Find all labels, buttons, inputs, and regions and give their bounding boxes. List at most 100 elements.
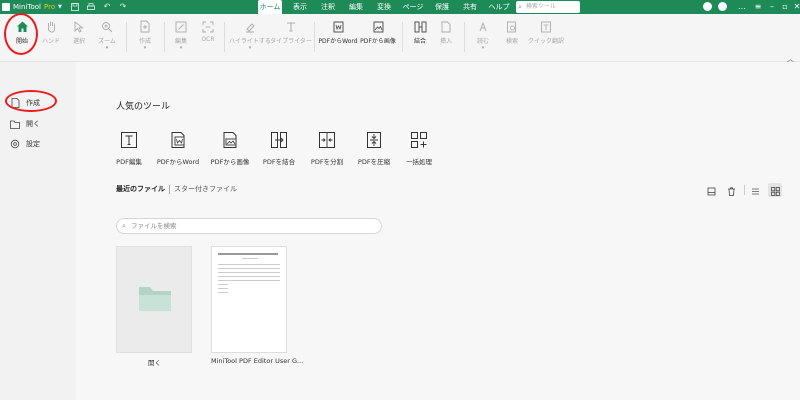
ribbon-merge-label: 結合 bbox=[413, 38, 426, 45]
ribbon-typewriter-label: タイプライター bbox=[270, 38, 312, 45]
ribbon-divider bbox=[126, 22, 127, 52]
menu-help[interactable]: ヘルプ bbox=[488, 0, 510, 14]
annotation-circle bbox=[5, 90, 57, 112]
ribbon-insert-button[interactable]: 挿入 bbox=[434, 14, 458, 62]
print-icon[interactable] bbox=[86, 2, 96, 12]
ocr-icon bbox=[200, 19, 216, 34]
tool-label: PDFからWord bbox=[156, 158, 200, 166]
minimize-icon[interactable]: – bbox=[766, 1, 778, 13]
search-icon: ⌕ bbox=[122, 222, 126, 230]
document-card-label: MiniTool PDF Editor User G... bbox=[211, 357, 304, 365]
ribbon-zoom-button[interactable]: ズーム ▾ bbox=[94, 14, 120, 62]
ribbon-hand-button[interactable]: ハンド bbox=[38, 14, 64, 62]
search-icon: ⌕ bbox=[518, 3, 522, 11]
menu-share[interactable]: 共有 bbox=[460, 0, 480, 14]
menu-protect[interactable]: 保護 bbox=[432, 0, 452, 14]
open-file-label: 開く bbox=[148, 359, 161, 367]
ribbon-merge-button[interactable]: 結合 bbox=[408, 14, 432, 62]
ribbon-read-label: 読む bbox=[476, 38, 489, 45]
file-search-input[interactable]: ⌕ ファイルを検索 bbox=[116, 218, 382, 234]
ribbon-pdf-to-word-label: PDFからWord bbox=[318, 38, 358, 45]
ribbon-read-button[interactable]: 読む ▾ bbox=[470, 14, 496, 62]
notification-icon[interactable] bbox=[703, 2, 712, 11]
pdf-merge-icon bbox=[269, 130, 289, 150]
ribbon-search-button[interactable]: 検索 bbox=[500, 14, 524, 62]
ribbon-ocr-label: OCR bbox=[201, 36, 215, 43]
ribbon-select-button[interactable]: 選択 bbox=[66, 14, 92, 62]
view-divider bbox=[744, 185, 745, 195]
menu-view[interactable]: 表示 bbox=[290, 0, 310, 14]
sidebar-item-settings[interactable]: 設定 bbox=[10, 137, 40, 151]
tab-recent-files[interactable]: 最近のファイル bbox=[116, 184, 165, 194]
ribbon-pdf-to-word-button[interactable]: PDFからWord bbox=[318, 14, 358, 62]
hand-icon bbox=[43, 19, 59, 34]
tool-pdf-compress[interactable]: PDFを圧縮 bbox=[349, 130, 399, 170]
ribbon-hand-label: ハンド bbox=[41, 38, 60, 45]
ribbon-translate-button[interactable]: クイック翻訳 bbox=[526, 14, 566, 62]
tool-pdf-edit[interactable]: PDF編集 bbox=[104, 130, 154, 170]
ribbon-divider bbox=[224, 22, 225, 52]
ribbon-edit-button[interactable]: 編集 ▾ bbox=[168, 14, 194, 62]
ribbon-ocr-button[interactable]: OCR bbox=[196, 14, 220, 62]
ribbon-translate-label: クイック翻訳 bbox=[527, 38, 564, 45]
ribbon-create-button[interactable]: 作成 ▾ bbox=[132, 14, 158, 62]
home-content: 人気のツール PDF編集 PDFからWord PDFから画像 PDFを結合 PD… bbox=[76, 62, 800, 400]
cursor-icon bbox=[71, 19, 87, 34]
ribbon-divider bbox=[402, 22, 403, 52]
grid-view-button[interactable] bbox=[768, 183, 782, 197]
open-file-card[interactable] bbox=[116, 246, 192, 353]
ribbon-divider bbox=[314, 22, 315, 52]
ribbon-divider bbox=[464, 22, 465, 52]
annotation-circle bbox=[4, 13, 38, 55]
account-avatar[interactable] bbox=[718, 2, 727, 11]
title-bar: MiniTool Pro ▼ ↶ ↷ ホーム 表示 注釈 編集 変換 ページ 保… bbox=[0, 0, 800, 14]
pdf-to-word-icon bbox=[330, 19, 346, 34]
tool-pdf-split[interactable]: PDFを分割 bbox=[302, 130, 352, 170]
edition-badge: Pro bbox=[44, 3, 56, 11]
tool-pdf-merge[interactable]: PDFを結合 bbox=[254, 130, 304, 170]
pdf-to-image-icon bbox=[370, 19, 386, 34]
save-icon[interactable] bbox=[70, 2, 80, 12]
ribbon-highlight-label: ハイライトする bbox=[229, 38, 271, 45]
menu-edit[interactable]: 編集 bbox=[346, 0, 366, 14]
import-button[interactable] bbox=[704, 183, 718, 197]
ribbon-pdf-to-image-button[interactable]: PDFから画像 bbox=[358, 14, 398, 62]
ribbon-create-label: 作成 bbox=[138, 38, 151, 45]
tool-pdf-to-word[interactable]: PDFからWord bbox=[153, 130, 203, 170]
sidebar-item-open[interactable]: 開く bbox=[10, 117, 40, 131]
tool-pdf-to-image[interactable]: PDFから画像 bbox=[205, 130, 255, 170]
app-name: MiniTool bbox=[13, 3, 41, 11]
menu-icon[interactable]: ≡ bbox=[752, 1, 764, 13]
close-icon[interactable]: ✕ bbox=[791, 1, 800, 13]
popular-tools-title: 人気のツール bbox=[116, 102, 171, 112]
tab-starred-files[interactable]: スター付きファイル bbox=[174, 184, 237, 194]
menu-home[interactable]: ホーム bbox=[258, 0, 282, 14]
chat-icon[interactable]: … bbox=[736, 1, 748, 13]
undo-icon[interactable]: ↶ bbox=[102, 2, 112, 12]
document-card[interactable] bbox=[211, 246, 287, 353]
ribbon-select-label: 選択 bbox=[72, 38, 85, 45]
menu-convert[interactable]: 変換 bbox=[374, 0, 394, 14]
create-dropdown-icon: ▾ bbox=[143, 45, 147, 51]
file-search-placeholder: ファイルを検索 bbox=[131, 222, 177, 230]
list-view-button[interactable] bbox=[748, 183, 762, 197]
tab-divider bbox=[169, 184, 170, 194]
chevron-down-icon[interactable]: ▼ bbox=[58, 0, 62, 14]
import-icon bbox=[707, 181, 716, 200]
tool-batch[interactable]: 一括処理 bbox=[394, 130, 444, 170]
menu-annotate[interactable]: 注釈 bbox=[318, 0, 338, 14]
maximize-icon[interactable]: ▫ bbox=[779, 1, 791, 13]
merge-icon bbox=[412, 19, 428, 34]
zoom-dropdown-icon: ▾ bbox=[105, 45, 109, 51]
read-dropdown-icon: ▾ bbox=[481, 45, 485, 51]
tool-label: PDFを結合 bbox=[262, 158, 296, 166]
tool-search-input[interactable]: ⌕ 検索ツール bbox=[516, 1, 580, 13]
ribbon-highlight-button[interactable]: ハイライトする ▾ bbox=[228, 14, 272, 62]
ribbon-pdf-to-image-label: PDFから画像 bbox=[360, 38, 396, 45]
delete-button[interactable] bbox=[724, 183, 738, 197]
typewriter-icon bbox=[283, 19, 299, 34]
menu-page[interactable]: ページ bbox=[400, 0, 426, 14]
tool-search-placeholder: 検索ツール bbox=[526, 3, 557, 10]
redo-icon[interactable]: ↷ bbox=[118, 2, 128, 12]
ribbon-typewriter-button[interactable]: タイプライター bbox=[270, 14, 312, 62]
